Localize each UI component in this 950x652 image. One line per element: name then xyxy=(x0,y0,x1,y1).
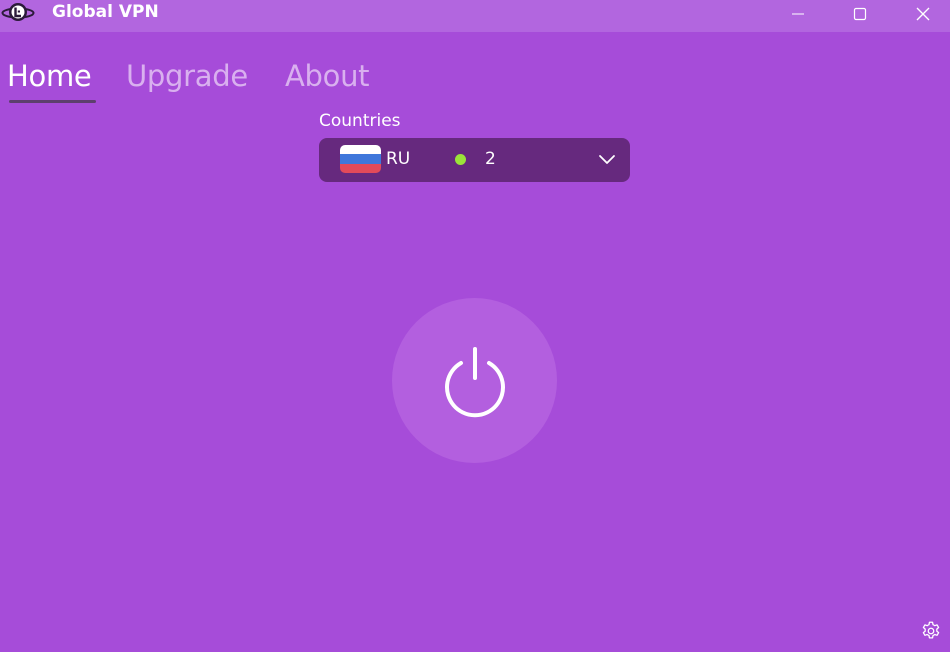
title-bar: Global VPN xyxy=(0,0,950,32)
tab-upgrade[interactable]: Upgrade xyxy=(126,56,248,96)
power-button[interactable] xyxy=(392,298,557,463)
minimize-button[interactable] xyxy=(767,0,829,28)
countries-label: Countries xyxy=(319,111,401,131)
app-title: Global VPN xyxy=(52,2,159,22)
chevron-down-icon xyxy=(599,155,615,164)
maximize-button[interactable] xyxy=(829,0,891,28)
power-icon xyxy=(444,346,505,417)
minimize-icon xyxy=(792,13,804,15)
country-dropdown[interactable]: RU 2 xyxy=(319,138,630,182)
tab-about[interactable]: About xyxy=(285,56,370,96)
maximize-icon xyxy=(853,7,867,21)
server-count: 2 xyxy=(485,149,496,169)
close-icon xyxy=(916,7,930,21)
tab-home[interactable]: Home xyxy=(7,56,92,96)
close-button[interactable] xyxy=(892,0,950,28)
russia-flag-icon xyxy=(340,145,381,173)
app-logo-icon xyxy=(1,3,35,21)
server-status-dot xyxy=(455,154,466,165)
country-code: RU xyxy=(386,149,411,169)
gear-icon[interactable] xyxy=(920,620,942,642)
active-tab-indicator xyxy=(9,100,96,103)
